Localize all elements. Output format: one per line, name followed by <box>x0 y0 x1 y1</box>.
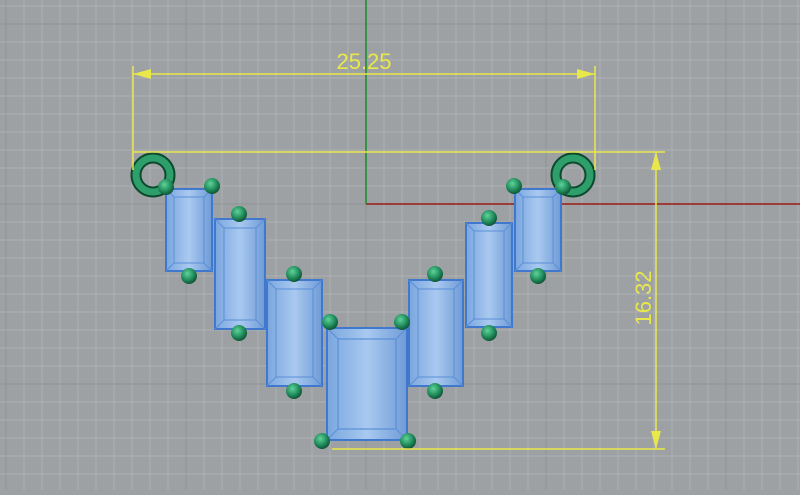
prong-bead <box>400 433 416 449</box>
prong-bead <box>204 178 220 194</box>
prong-bead <box>481 210 497 226</box>
prong-bead <box>506 178 522 194</box>
prong-bead <box>394 314 410 330</box>
prong-bead <box>231 325 247 341</box>
prong-bead <box>530 268 546 284</box>
baguette-gem-center[interactable] <box>326 327 408 441</box>
baguette-gem-6[interactable] <box>465 222 513 328</box>
prong-bead <box>314 433 330 449</box>
width-dimension-label: 25.25 <box>336 49 391 74</box>
prong-bead <box>427 383 443 399</box>
baguette-gem-7[interactable] <box>514 188 562 272</box>
prong-bead <box>286 383 302 399</box>
prong-bead <box>427 266 443 282</box>
prong-bead <box>286 266 302 282</box>
height-dimension-label: 16.32 <box>631 270 656 325</box>
prong-bead <box>481 325 497 341</box>
prong-bead <box>322 314 338 330</box>
baguette-gem-3[interactable] <box>266 279 323 387</box>
perspective-viewport[interactable]: 25.25 16.32 <box>0 0 800 490</box>
prong-bead <box>181 268 197 284</box>
prong-bead <box>231 206 247 222</box>
prong-bead <box>555 179 571 195</box>
baguette-gem-2[interactable] <box>214 218 266 330</box>
prong-bead <box>158 179 174 195</box>
baguette-gem-1[interactable] <box>165 188 213 272</box>
baguette-gem-5[interactable] <box>408 279 464 387</box>
viewport-canvas[interactable]: 25.25 16.32 <box>0 0 800 490</box>
